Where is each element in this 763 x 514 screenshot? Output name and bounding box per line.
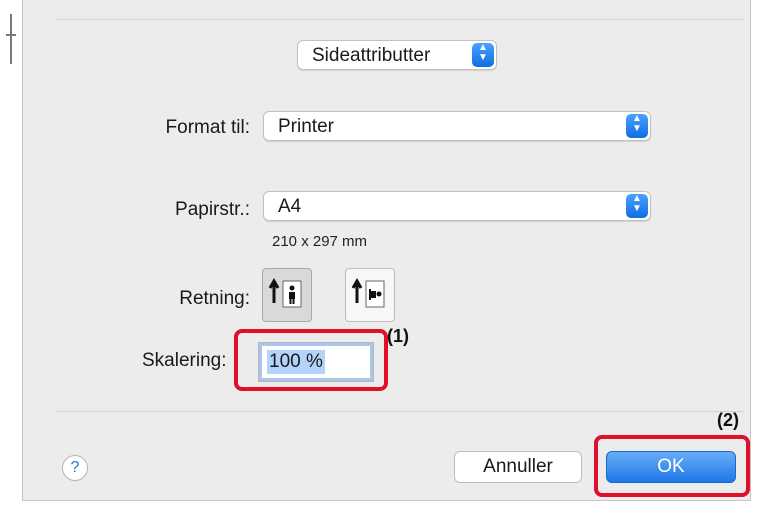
- top-separator: [56, 19, 744, 20]
- format-for-popup[interactable]: Printer ▲ ▼: [263, 111, 651, 141]
- background-window-edge: [10, 14, 12, 64]
- updown-arrows-icon: ▲ ▼: [626, 114, 648, 138]
- orientation-label: Retning:: [179, 288, 250, 309]
- callout-box-1: [234, 329, 388, 391]
- paper-dimensions: 210 x 297 mm: [272, 233, 368, 250]
- background-window-edge-mark: [6, 34, 16, 36]
- orientation-landscape-button[interactable]: [345, 268, 395, 322]
- settings-popup[interactable]: Sideattributter ▲ ▼: [297, 40, 497, 70]
- format-for-label: Format til:: [165, 117, 250, 138]
- portrait-orientation-icon: [268, 277, 302, 308]
- callout-label-1: (1): [387, 326, 409, 346]
- orientation-portrait-button[interactable]: [262, 268, 312, 322]
- paper-size-value: A4: [278, 196, 302, 217]
- callout-box-2: [594, 435, 750, 497]
- cancel-button[interactable]: Annuller: [454, 451, 582, 483]
- paper-size-label: Papirstr.:: [175, 199, 250, 220]
- settings-popup-label: Sideattributter: [312, 45, 431, 66]
- page-setup-dialog: [22, 0, 751, 501]
- format-for-value: Printer: [278, 116, 334, 137]
- updown-arrows-icon: ▲ ▼: [472, 43, 494, 67]
- bottom-separator: [56, 411, 744, 412]
- help-button[interactable]: ?: [62, 455, 88, 481]
- paper-size-popup[interactable]: A4 ▲ ▼: [263, 191, 651, 221]
- updown-arrows-icon: ▲ ▼: [626, 194, 648, 218]
- landscape-orientation-icon: [351, 277, 385, 308]
- callout-label-2: (2): [717, 410, 739, 430]
